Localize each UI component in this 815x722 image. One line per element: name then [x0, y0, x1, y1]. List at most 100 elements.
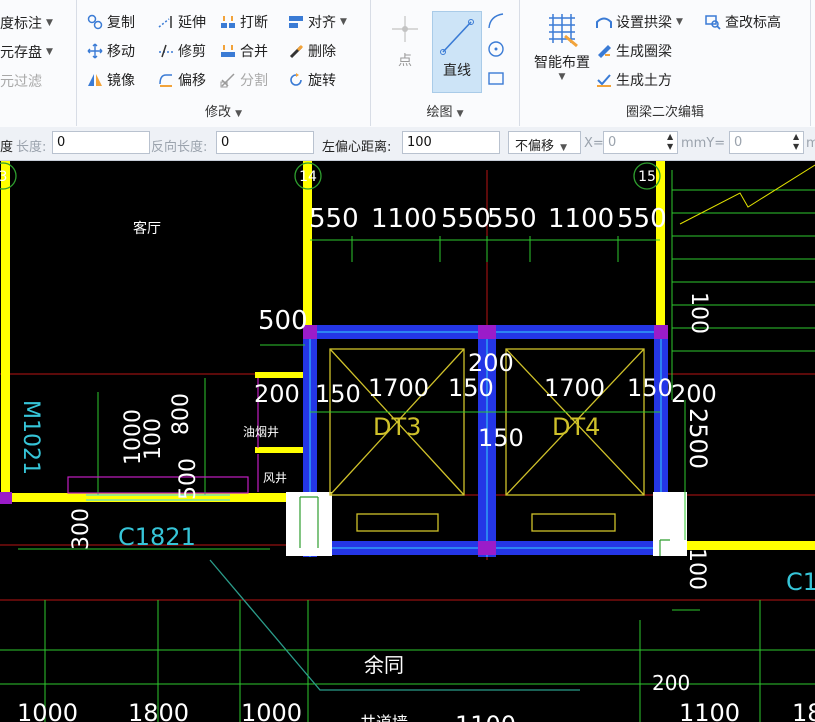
check-elevation-icon [705, 15, 721, 30]
offset-button[interactable]: 偏移 [158, 70, 206, 90]
column-left[interactable] [286, 492, 332, 556]
delete-button[interactable]: 删除 [288, 41, 336, 61]
unit-filter-button[interactable]: 元过滤 [0, 71, 42, 91]
x-label: X= [584, 136, 604, 151]
save-unit-label: 元存盘 [0, 45, 42, 61]
ribbon-group-modify: 复制 移动 镜像 延伸 修剪 偏移 打断 合并 分割 对齐 ▼ 删除 旋转 修改… [77, 0, 371, 126]
dim-550-d: 550 [617, 204, 667, 234]
smart-layout-button[interactable]: 智能布置 ▼ [526, 10, 598, 92]
wall-shaft-mid[interactable] [255, 447, 303, 453]
set-arch-beam-button[interactable]: 设置拱梁 ▼ [596, 12, 683, 32]
line-label: 直线 [443, 63, 471, 79]
extend-icon [158, 16, 172, 28]
trim-label: 修剪 [178, 44, 206, 60]
chevron-down-icon: ▼ [340, 17, 347, 27]
ribbon-group-ring-beam: 智能布置 ▼ 设置拱梁 ▼ 生成圈梁 生成土方 查改标高 圈梁二次编辑 [520, 0, 811, 126]
dim-1700-a: 1700 [368, 374, 429, 402]
mirror-label: 镜像 [107, 73, 135, 89]
extend-button[interactable]: 延伸 [158, 12, 206, 32]
dim-100-right: 100 [684, 548, 709, 590]
dim-550-c: 550 [487, 204, 537, 234]
circle-tool-button[interactable] [486, 39, 508, 61]
check-elevation-label: 查改标高 [725, 15, 781, 31]
chevron-down-icon: ▼ [560, 143, 568, 153]
point-icon [392, 16, 418, 42]
dim-100: 100 [141, 418, 166, 460]
arc-tool-button[interactable] [486, 11, 508, 33]
wall-shaft-top[interactable] [255, 372, 303, 378]
eraser-icon [289, 44, 304, 59]
offset-mode-select[interactable]: 不偏移 ▼ [508, 131, 581, 154]
dim-bottom-1100: 1100 [679, 699, 740, 722]
merge-button[interactable]: 合并 [220, 41, 268, 61]
dim-500: 500 [258, 306, 308, 336]
dimension-button[interactable]: 度标注 ▼ [0, 13, 53, 33]
mirror-icon [88, 74, 102, 86]
smart-layout-label: 智能布置 [534, 55, 590, 71]
break-button[interactable]: 打断 [220, 12, 268, 32]
length-label: 长度: [16, 140, 47, 155]
split-icon [220, 73, 235, 88]
x-spinner[interactable]: ▲ ▼ [667, 132, 677, 152]
arc-icon [488, 13, 504, 29]
check-elevation-button[interactable]: 查改标高 [705, 12, 781, 32]
dim-150-a: 150 [315, 380, 361, 408]
align-button[interactable]: 对齐 ▼ [288, 12, 347, 32]
dim-200: 200 [254, 380, 300, 408]
dim-200-right: 200 [671, 380, 717, 408]
gen-ring-beam-button[interactable]: 生成圈梁 [596, 41, 672, 61]
draw-group-label[interactable]: 绘图 ▼ [371, 101, 519, 120]
trim-button[interactable]: 修剪 [158, 41, 206, 61]
mirror-button[interactable]: 镜像 [87, 70, 135, 90]
arch-beam-icon [596, 17, 612, 28]
smart-layout-icon [549, 14, 578, 48]
move-label: 移动 [107, 44, 135, 60]
save-unit-button[interactable]: 元存盘 ▼ [0, 42, 53, 62]
length-input[interactable]: 0 [52, 131, 150, 154]
dim-bottom-18: 18 [792, 699, 815, 722]
ribbon-group-draw: 点 直线 绘图 ▼ [371, 0, 520, 126]
rectangle-icon [488, 72, 504, 85]
rectangle-tool-button[interactable] [486, 68, 508, 90]
y-spinner[interactable]: ▲ ▼ [793, 132, 803, 152]
unit-filter-label: 元过滤 [0, 74, 42, 90]
reverse-length-input[interactable]: 0 [216, 131, 314, 154]
modify-group-title: 修改 [204, 105, 231, 120]
gen-earthwork-button[interactable]: 生成土方 [596, 70, 672, 90]
dim-2500: 2500 [684, 408, 712, 469]
ring-beam-group-label: 圈梁二次编辑 [520, 101, 810, 120]
window-tag: C1821 [118, 523, 196, 551]
line-button[interactable]: 直线 [432, 11, 482, 93]
column-right[interactable] [653, 492, 687, 556]
draw-group-title: 绘图 [426, 105, 453, 120]
offset-mode-value: 不偏移 [515, 139, 555, 154]
wall-left[interactable] [1, 161, 10, 501]
mm-y-label: mmY= [681, 136, 726, 151]
move-icon [87, 43, 103, 59]
left-offset-input[interactable]: 100 [402, 131, 500, 154]
align-icon [289, 16, 303, 28]
dim-1100-b: 1100 [548, 204, 614, 234]
dim-bottom-200: 200 [652, 671, 690, 695]
move-button[interactable]: 移动 [87, 41, 135, 61]
split-button[interactable]: 分割 [220, 70, 268, 90]
room-living-label: 客厅 [133, 220, 161, 237]
room-oil-well-label: 油烟井 [243, 425, 279, 439]
wall-bottom-left[interactable] [0, 493, 290, 502]
chevron-down-icon: ▼ [235, 109, 243, 119]
left-offset-label: 左偏心距离: [322, 140, 392, 155]
rotate-label: 旋转 [308, 73, 336, 89]
dim-550-a: 550 [309, 204, 359, 234]
circle-icon [488, 41, 504, 57]
dim-1700-b: 1700 [544, 374, 605, 402]
rotate-button[interactable]: 旋转 [288, 70, 336, 90]
point-button[interactable]: 点 [383, 12, 427, 78]
dim-150-c: 150 [627, 374, 673, 402]
offset-icon [159, 74, 172, 87]
offset-label: 偏移 [178, 73, 206, 89]
copy-button[interactable]: 复制 [87, 12, 135, 32]
modify-group-label[interactable]: 修改 ▼ [77, 101, 370, 120]
split-label: 分割 [240, 73, 268, 89]
cad-canvas[interactable]: 3 14 15 客厅 油烟井 风井 M1021 C1821 C1 DT3 DT4… [0, 161, 815, 722]
drawing-svg: 3 14 15 客厅 油烟井 风井 M1021 C1821 C1 DT3 DT4… [0, 161, 815, 722]
